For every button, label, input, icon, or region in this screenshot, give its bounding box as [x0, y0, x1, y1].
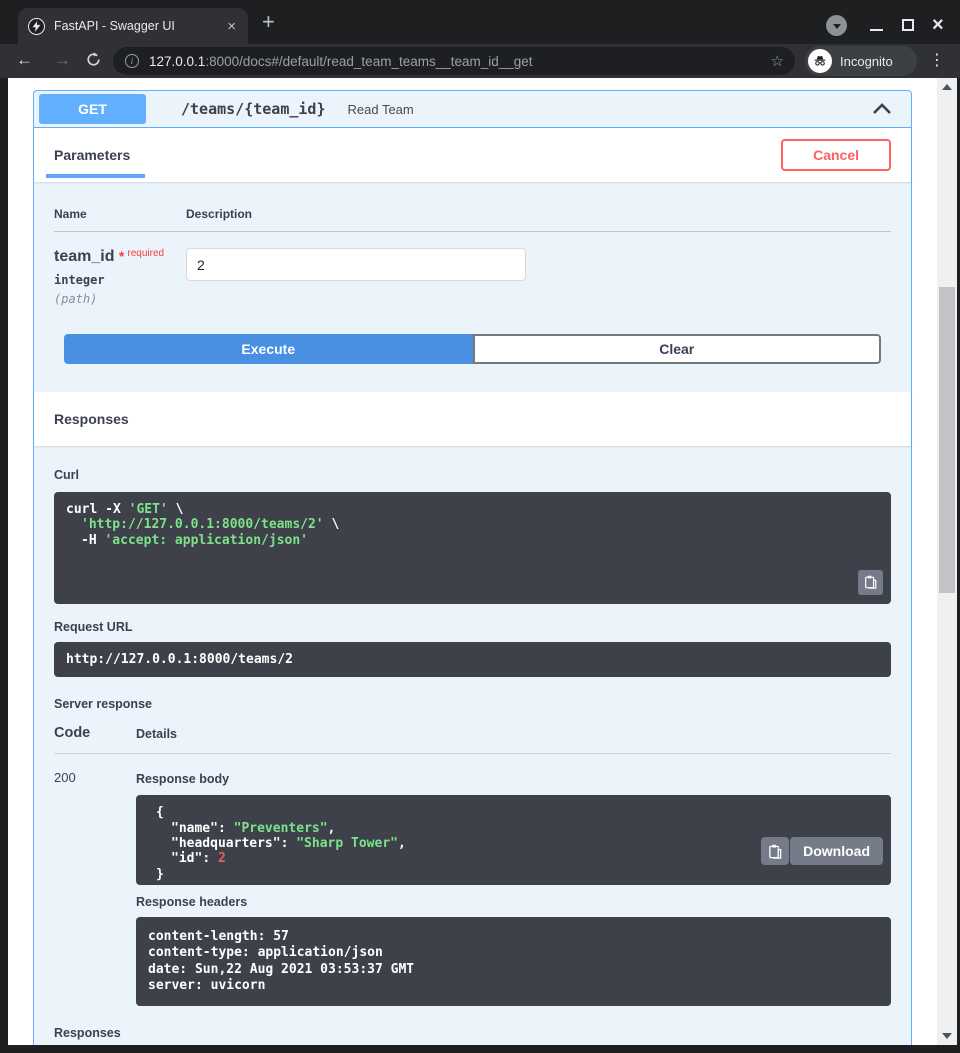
responses-header: Responses: [34, 392, 911, 446]
curl-line-1: curl -X 'GET' \: [66, 502, 879, 517]
curl-line-2: 'http://127.0.0.1:8000/teams/2' \: [66, 517, 879, 532]
site-info-icon[interactable]: i: [125, 54, 139, 68]
collapse-chevron-icon[interactable]: [872, 103, 892, 115]
opblock-get: GET /teams/{team_id} Read Team Parameter…: [33, 90, 912, 1045]
tab-close-icon[interactable]: ×: [225, 18, 238, 35]
bookmark-star-icon[interactable]: ☆: [771, 52, 784, 70]
browser-menu-icon[interactable]: ⋮: [929, 50, 945, 70]
clear-button[interactable]: Clear: [473, 334, 881, 364]
parameter-type: integer: [54, 273, 186, 287]
scrollbar-up-icon[interactable]: [942, 84, 952, 90]
responses-title: Responses: [54, 411, 129, 427]
column-header-description: Description: [186, 207, 252, 221]
page-scrollbar[interactable]: [937, 78, 957, 1045]
responses-content: Curl curl -X 'GET' \'http://127.0.0.1:80…: [34, 446, 911, 1045]
status-code: 200: [54, 770, 136, 1005]
forward-icon[interactable]: →: [54, 50, 71, 70]
request-url-block: http://127.0.0.1:8000/teams/2: [54, 642, 891, 677]
method-badge: GET: [39, 94, 146, 124]
response-body-block: {"name": "Preventers","headquarters": "S…: [136, 795, 891, 885]
parameters-header: Parameters Cancel: [34, 128, 911, 182]
required-label: required: [127, 248, 164, 259]
tab-title: FastAPI - Swagger UI: [54, 19, 225, 33]
back-icon[interactable]: ←: [16, 50, 33, 70]
maximize-icon[interactable]: [902, 19, 914, 31]
parameter-name: team_id *required: [54, 248, 186, 266]
parameters-table: Name Description team_id *required integ…: [34, 207, 911, 364]
operation-summary[interactable]: GET /teams/{team_id} Read Team: [34, 91, 911, 128]
server-response-label: Server response: [54, 697, 891, 711]
copy-response-icon[interactable]: [761, 837, 789, 865]
execute-button-group: Execute Clear: [64, 334, 881, 364]
incognito-label: Incognito: [840, 54, 893, 69]
copy-curl-icon[interactable]: [858, 570, 883, 595]
tab-search-caret-icon[interactable]: [826, 15, 847, 36]
curl-label: Curl: [54, 468, 79, 482]
window-close-icon[interactable]: ×: [932, 14, 944, 37]
parameter-value-cell: [186, 248, 526, 306]
curl-code-block: curl -X 'GET' \'http://127.0.0.1:8000/te…: [54, 492, 891, 604]
url-text[interactable]: 127.0.0.1:8000/docs#/default/read_team_t…: [149, 54, 533, 69]
execute-button[interactable]: Execute: [64, 334, 473, 364]
swagger-page: GET /teams/{team_id} Read Team Parameter…: [8, 78, 937, 1045]
documented-responses-label: Responses: [54, 1026, 891, 1040]
response-details-cell: Response body {"name": "Preventers","hea…: [136, 770, 891, 1005]
address-bar[interactable]: i 127.0.0.1:8000/docs#/default/read_team…: [113, 47, 795, 75]
reload-icon[interactable]: [86, 52, 101, 72]
team-id-input[interactable]: [186, 248, 526, 281]
response-body-label: Response body: [136, 772, 229, 786]
operation-path: /teams/{team_id}: [181, 100, 326, 118]
browser-tab[interactable]: FastAPI - Swagger UI ×: [18, 8, 248, 44]
scrollbar-down-icon[interactable]: [942, 1033, 952, 1039]
new-tab-icon[interactable]: +: [262, 12, 275, 32]
incognito-icon: [808, 49, 832, 73]
code-column-header: Code: [54, 725, 136, 741]
required-asterisk: *: [119, 248, 124, 264]
cancel-button[interactable]: Cancel: [781, 139, 891, 171]
parameter-location: (path): [54, 292, 186, 306]
download-button[interactable]: Download: [790, 837, 883, 865]
browser-window: FastAPI - Swagger UI × + × ← → i 127.0.0…: [0, 0, 960, 1053]
details-column-header: Details: [136, 727, 891, 741]
minimize-icon[interactable]: [870, 29, 883, 31]
request-url-label: Request URL: [54, 620, 891, 634]
parameters-column-headers: Name Description: [54, 207, 891, 232]
scrollbar-thumb[interactable]: [939, 287, 955, 593]
curl-line-3: -H 'accept: application/json': [66, 533, 879, 548]
request-url-value: http://127.0.0.1:8000/teams/2: [66, 652, 293, 667]
server-response-headers-row: Code Details: [54, 725, 891, 754]
column-header-name: Name: [54, 207, 186, 221]
url-host: 127.0.0.1: [149, 54, 205, 69]
tab-bar: FastAPI - Swagger UI × + ×: [0, 0, 960, 44]
parameters-title: Parameters: [54, 147, 130, 163]
response-headers-block: content-length: 57content-type: applicat…: [136, 917, 891, 1005]
fastapi-favicon-icon: [28, 18, 45, 35]
incognito-badge: Incognito: [805, 46, 917, 76]
url-rest: :8000/docs#/default/read_team_teams__tea…: [205, 54, 532, 69]
parameter-row: team_id *required integer (path): [54, 248, 891, 306]
parameter-meta: team_id *required integer (path): [54, 248, 186, 306]
operation-summary-text: Read Team: [348, 102, 414, 117]
server-response-row: 200 Response body {"name": "Preventers",…: [54, 754, 891, 1005]
